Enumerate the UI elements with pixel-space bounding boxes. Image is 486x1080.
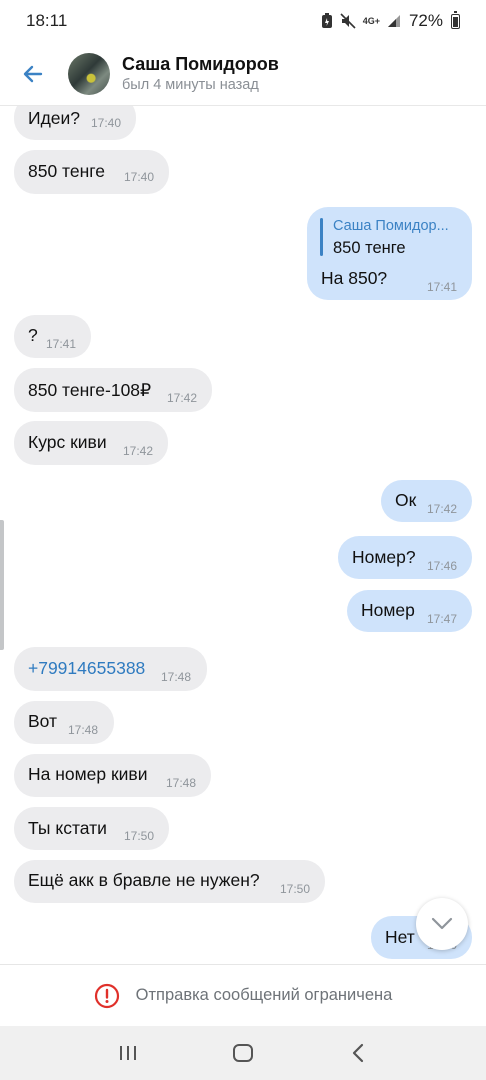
message-time: 17:48 [68, 723, 99, 737]
message-bubble[interactable]: Номер? 17:46 [338, 536, 472, 579]
message-bubble[interactable]: Ты кстати 17:50 [14, 807, 169, 850]
reply-author: Саша Помидор... [333, 218, 449, 234]
message-bubble[interactable]: +79914655388 17:48 [14, 647, 207, 691]
battery-icon [451, 10, 460, 29]
message-time: 17:40 [91, 116, 122, 130]
message-bubble[interactable]: Вот 17:48 [14, 701, 114, 744]
contact-last-seen: был 4 минуты назад [122, 76, 259, 93]
message-time: 17:48 [166, 776, 197, 790]
message-bubble[interactable]: 850 тенге 17:40 [14, 150, 169, 194]
message-bubble[interactable]: Саша Помидор... 850 тенге На 850? 17:41 [307, 207, 472, 300]
message-bubble[interactable]: ? 17:41 [14, 315, 91, 358]
message-text: Курс киви [28, 432, 107, 452]
message-text: Ок [395, 490, 417, 510]
message-text: 850 тенге-108₽ [28, 380, 152, 400]
alert-circle-icon [94, 983, 119, 1008]
arrow-left-icon [23, 65, 43, 82]
chevron-down-icon [431, 917, 453, 930]
message-text: Номер? [352, 547, 416, 567]
message-list[interactable]: Идеи? 17:40 850 тенге 17:40 Саша Помидор… [0, 106, 486, 964]
status-right: 4G+ 72% [321, 10, 460, 31]
message-time: 17:46 [427, 559, 458, 573]
message-bubble[interactable]: 850 тенге-108₽ 17:42 [14, 368, 212, 412]
message-time: 17:42 [427, 502, 458, 516]
contact-name: Саша Помидоров [122, 53, 279, 74]
recents-icon [119, 1046, 136, 1060]
chat-header: Саша Помидоров был 4 минуты назад [0, 42, 486, 106]
message-text: На 850? [321, 268, 388, 288]
reply-quote: 850 тенге [333, 239, 406, 257]
message-text: 850 тенге [28, 161, 106, 181]
message-bubble[interactable]: На номер киви 17:48 [14, 754, 211, 797]
phone-link[interactable]: +79914655388 [28, 658, 145, 679]
avatar[interactable] [68, 52, 110, 95]
message-text: Ты кстати [28, 818, 107, 838]
mute-icon [340, 13, 356, 29]
message-text: Нет [385, 927, 415, 947]
message-time: 17:40 [124, 170, 155, 184]
message-time: 17:47 [427, 612, 458, 626]
home-button[interactable] [223, 1033, 263, 1073]
home-icon [232, 1044, 253, 1062]
message-time: 17:42 [123, 444, 154, 458]
messaging-restricted-notice: Отправка сообщений ограничена [0, 964, 486, 1026]
back-button[interactable] [0, 42, 66, 106]
chevron-left-icon [353, 1043, 364, 1063]
back-nav-button[interactable] [338, 1033, 378, 1073]
message-time: 17:48 [161, 670, 192, 684]
scroll-to-bottom-button[interactable] [416, 898, 468, 950]
recent-apps-button[interactable] [108, 1033, 148, 1073]
message-bubble[interactable]: Курс киви 17:42 [14, 421, 168, 465]
message-bubble[interactable]: Ещё акк в бравле не нужен? 17:50 [14, 860, 325, 903]
contact-info[interactable]: Саша Помидоров был 4 минуты назад [122, 53, 279, 95]
status-icons: 4G+ [321, 13, 401, 29]
restriction-text: Отправка сообщений ограничена [135, 986, 393, 1004]
network-type: 4G+ [362, 16, 380, 26]
message-bubble[interactable]: Номер 17:47 [347, 590, 472, 632]
battery-percent: 72% [408, 11, 443, 30]
signal-icon [387, 15, 400, 27]
message-time: 17:42 [167, 391, 198, 405]
status-time: 18:11 [26, 11, 68, 30]
message-time: 17:41 [427, 280, 458, 294]
message-text: Идеи? [28, 108, 81, 128]
message-text: ? [28, 325, 38, 345]
edge-panel-handle[interactable] [0, 520, 4, 650]
reply-indicator [320, 218, 323, 256]
message-text: Вот [28, 711, 58, 731]
status-bar: 18:11 4G+ 72% [0, 0, 486, 42]
message-time: 17:50 [124, 829, 155, 843]
message-text: Ещё акк в бравле не нужен? [28, 870, 260, 890]
system-nav-bar [0, 1026, 486, 1080]
message-bubble[interactable]: Идеи? 17:40 [14, 106, 136, 140]
message-time: 17:41 [46, 337, 77, 351]
message-time: 17:50 [280, 882, 311, 896]
message-bubble[interactable]: Ок 17:42 [381, 480, 472, 522]
message-text: Номер [361, 600, 415, 620]
battery-saver-icon [321, 13, 332, 28]
message-text: На номер киви [28, 764, 148, 784]
